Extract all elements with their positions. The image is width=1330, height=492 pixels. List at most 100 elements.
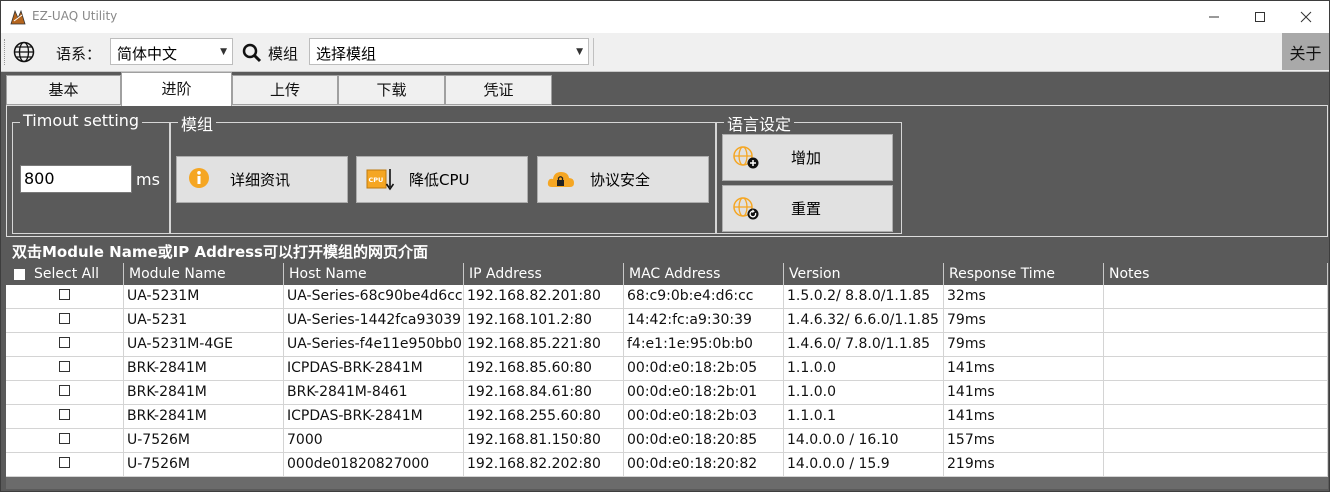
cell-module-name[interactable]: BRK-2841M [124,357,284,380]
column-header-module-name[interactable]: Module Name [124,263,284,285]
toolbar-grip [4,39,7,65]
cell-response-time: 219ms [944,453,1104,476]
table-row[interactable]: BRK-2841M BRK-2841M-8461 192.168.84.61:80 0… [6,381,1328,405]
add-language-button[interactable]: 增加 [722,134,893,181]
cell-module-name[interactable]: UA-5231 [124,309,284,332]
tab-upload[interactable]: 上传 [232,75,338,105]
cell-ip-address[interactable]: 192.168.85.221:80 [464,333,624,356]
detail-info-button[interactable]: 详细资讯 [176,156,348,203]
module-group: 模组 详细资讯 CPU 降低CPU 协议安全 [170,111,716,234]
cell-version: 14.0.0.0 / 15.9 [784,453,944,476]
column-header-label: Notes [1109,266,1150,282]
table-row[interactable]: UA-5231M UA-Series-68c90be4d6cc 192.168.82… [6,285,1328,309]
cell-version: 1.4.6.32/ 6.6.0/1.1.85 [784,309,944,332]
table-row[interactable]: UA-5231 UA-Series-1442fca93039 192.168.101… [6,309,1328,333]
timeout-input[interactable]: 800 [20,165,132,193]
module-select[interactable]: 选择模组 ▼ [309,38,589,65]
cell-module-name[interactable]: BRK-2841M [124,405,284,428]
cell-version: 1.1.0.0 [784,357,944,380]
cell-response-time: 79ms [944,309,1104,332]
cell-notes [1104,309,1328,332]
about-button[interactable]: 关于 [1282,33,1329,70]
cell-ip-address[interactable]: 192.168.82.201:80 [464,285,624,308]
tab-download[interactable]: 下载 [338,75,445,105]
minimize-button[interactable] [1191,1,1237,33]
double-click-hint: 双击Module Name或IP Address可以打开模组的网页介面 [12,243,428,261]
cell-notes [1104,357,1328,380]
row-checkbox[interactable] [59,361,70,372]
cell-mac-address: 00:0d:e0:18:2b:03 [624,405,784,428]
row-checkbox[interactable] [59,289,70,300]
cell-module-name[interactable]: UA-5231M-4GE [124,333,284,356]
row-select-cell [6,309,124,332]
cell-host-name: UA-Series-f4e11e950bb0 [284,333,464,356]
globe-add-icon [733,146,759,169]
column-header-version[interactable]: Version [784,263,944,285]
cell-host-name: 7000 [284,429,464,452]
cell-module-name[interactable]: U-7526M [124,429,284,452]
cell-module-name[interactable]: BRK-2841M [124,381,284,404]
reduce-cpu-button[interactable]: CPU 降低CPU [356,156,528,203]
cell-host-name: ICPDAS-BRK-2841M [284,405,464,428]
cell-ip-address[interactable]: 192.168.82.202:80 [464,453,624,476]
cell-ip-address[interactable]: 192.168.81.150:80 [464,429,624,452]
select-all-checkbox[interactable] [14,269,25,280]
cell-response-time: 141ms [944,357,1104,380]
cell-ip-address[interactable]: 192.168.85.60:80 [464,357,624,380]
svg-text:CPU: CPU [369,176,384,184]
row-checkbox[interactable] [59,337,70,348]
column-header-response-time[interactable]: Response Time [944,263,1104,285]
column-header-host-name[interactable]: Host Name [284,263,464,285]
app-window: EZ-UAQ Utility 语系： 简体中文 ▼ 模组 选择模组 ▼ 关于 基… [0,0,1330,492]
cell-host-name: UA-Series-1442fca93039 [284,309,464,332]
module-group-legend: 模组 [178,111,217,135]
language-select[interactable]: 简体中文 ▼ [110,38,233,65]
row-checkbox[interactable] [59,313,70,324]
language-settings-group: 语言设定 增加 重置 [716,111,902,234]
protocol-security-button[interactable]: 协议安全 [537,156,709,203]
chevron-down-icon: ▼ [220,47,227,57]
column-header-label: MAC Address [629,266,721,282]
table-row[interactable]: U-7526M 7000 192.168.81.150:80 00:0d:e0:18:… [6,429,1328,453]
cell-mac-address: 00:0d:e0:18:20:85 [624,429,784,452]
close-button[interactable] [1283,1,1329,33]
table-row[interactable]: U-7526M 000de01820827000 192.168.82.202:80… [6,453,1328,477]
cloud-lock-icon [547,172,574,187]
cell-module-name[interactable]: U-7526M [124,453,284,476]
cell-response-time: 157ms [944,429,1104,452]
row-checkbox[interactable] [59,385,70,396]
column-header-select-all[interactable]: Select All [6,263,124,285]
row-checkbox[interactable] [59,433,70,444]
maximize-button[interactable] [1237,1,1283,33]
column-header-notes[interactable]: Notes [1104,263,1328,285]
cell-module-name[interactable]: UA-5231M [124,285,284,308]
table-row[interactable]: BRK-2841M ICPDAS-BRK-2841M 192.168.85.60:8… [6,357,1328,381]
tab-certificate[interactable]: 凭证 [445,75,552,105]
cell-version: 1.4.6.0/ 7.8.0/1.1.85 [784,333,944,356]
add-language-label: 增加 [791,149,822,167]
tab-advanced[interactable]: 进阶 [121,72,232,106]
table-row[interactable]: UA-5231M-4GE UA-Series-f4e11e950bb0 192.16… [6,333,1328,357]
module-select-value: 选择模组 [316,45,377,63]
cell-response-time: 79ms [944,333,1104,356]
window-title: EZ-UAQ Utility [32,9,118,23]
minimize-icon [1209,16,1219,18]
column-header-ip-address[interactable]: IP Address [464,263,624,285]
reset-language-button[interactable]: 重置 [722,185,893,232]
cell-ip-address[interactable]: 192.168.101.2:80 [464,309,624,332]
globe-reset-icon [733,197,759,220]
column-header-mac-address[interactable]: MAC Address [624,263,784,285]
globe-icon [13,41,35,63]
chevron-down-icon: ▼ [576,47,583,57]
cell-mac-address: f4:e1:1e:95:0b:b0 [624,333,784,356]
info-icon [189,168,209,188]
cell-host-name: UA-Series-68c90be4d6cc [284,285,464,308]
table-row[interactable]: BRK-2841M ICPDAS-BRK-2841M 192.168.255.60:… [6,405,1328,429]
cell-ip-address[interactable]: 192.168.255.60:80 [464,405,624,428]
protocol-security-label: 协议安全 [590,171,651,189]
row-checkbox[interactable] [59,409,70,420]
tab-basic[interactable]: 基本 [6,75,121,105]
cell-ip-address[interactable]: 192.168.84.61:80 [464,381,624,404]
row-checkbox[interactable] [59,457,70,468]
cell-host-name: 000de01820827000 [284,453,464,476]
